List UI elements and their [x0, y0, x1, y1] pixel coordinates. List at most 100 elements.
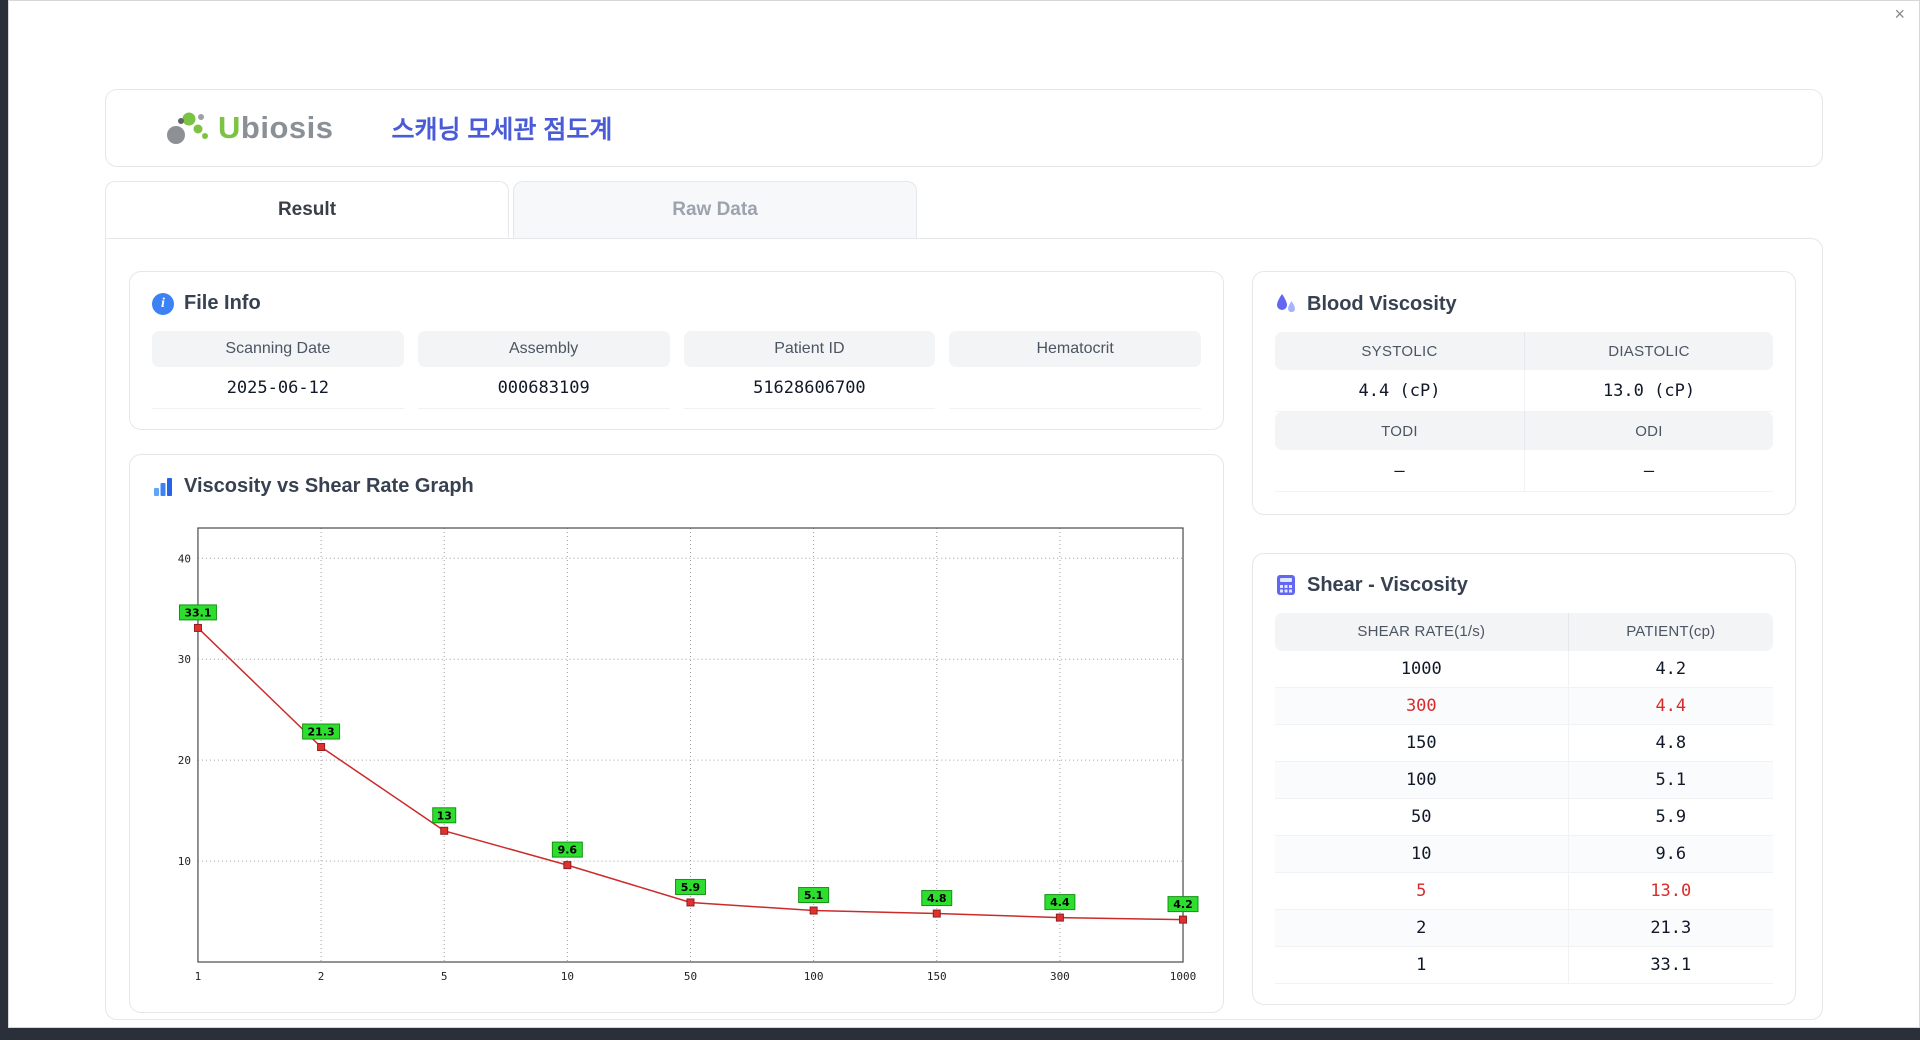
app-content: Ubiosis 스캐닝 모세관 점도계 Result Raw Data i Fi… — [105, 89, 1823, 1020]
svg-text:13: 13 — [437, 809, 452, 822]
tab-result[interactable]: Result — [105, 181, 509, 238]
patient-cell: 33.1 — [1567, 946, 1773, 984]
svg-text:2: 2 — [318, 970, 325, 983]
calculator-icon — [1277, 575, 1295, 595]
shear-rate-cell: 300 — [1275, 687, 1569, 725]
field-hematocrit: Hematocrit — [949, 331, 1201, 409]
logo-cluster-icon — [167, 112, 208, 144]
col-shear-rate: SHEAR RATE(1/s) — [1275, 612, 1569, 651]
shear-rate-cell: 150 — [1275, 724, 1569, 762]
table-row: 1 33.1 — [1275, 946, 1773, 984]
patient-cell: 5.9 — [1567, 798, 1773, 836]
field-value: 51628606700 — [683, 367, 936, 409]
table-row: 150 4.8 — [1275, 724, 1773, 762]
svg-text:50: 50 — [684, 970, 697, 983]
shear-rate-cell: 1 — [1275, 946, 1569, 984]
blood-viscosity-table: SYSTOLIC DIASTOLIC 4.4 (cP) 13.0 (cP) TO… — [1275, 332, 1773, 492]
table-row: 50 5.9 — [1275, 798, 1773, 836]
file-info-panel: i File Info Scanning Date 2025-06-12 Ass… — [129, 271, 1224, 430]
field-scanning-date: Scanning Date 2025-06-12 — [152, 331, 404, 409]
svg-text:40: 40 — [178, 552, 191, 565]
table-row: 1000 4.2 — [1275, 650, 1773, 688]
svg-text:5.1: 5.1 — [804, 889, 823, 902]
shear-viscosity-panel: Shear - Viscosity SHEAR RATE(1/s) PATIEN… — [1252, 552, 1796, 1005]
table-row: 2 21.3 — [1275, 909, 1773, 947]
blood-viscosity-panel: Blood Viscosity SYSTOLIC DIASTOLIC 4.4 (… — [1252, 271, 1796, 515]
todi-header: TODI — [1275, 412, 1524, 450]
field-patient-id: Patient ID 51628606700 — [683, 331, 936, 409]
svg-text:1000: 1000 — [1170, 970, 1196, 983]
patient-cell: 4.8 — [1567, 724, 1773, 762]
header: Ubiosis 스캐닝 모세관 점도계 — [105, 89, 1823, 167]
graph-panel: Viscosity vs Shear Rate Graph 1 2 5 10 50 100… — [129, 454, 1224, 1013]
svg-text:30: 30 — [178, 653, 191, 666]
svg-text:300: 300 — [1050, 970, 1070, 983]
field-value — [949, 367, 1201, 409]
table-header-row: SHEAR RATE(1/s) PATIENT(cp) — [1275, 612, 1773, 651]
patient-cell: 4.4 — [1567, 687, 1773, 725]
svg-text:150: 150 — [927, 970, 947, 983]
patient-cell: 4.2 — [1567, 650, 1773, 688]
logo-text: Ubiosis — [218, 110, 334, 145]
svg-text:5: 5 — [441, 970, 448, 983]
field-label: Patient ID — [683, 331, 936, 367]
svg-text:100: 100 — [804, 970, 824, 983]
bar-chart-icon — [154, 477, 172, 496]
file-info-fields: Scanning Date 2025-06-12 Assembly 000683… — [152, 331, 1201, 409]
todi-value: – — [1275, 450, 1524, 492]
table-row: 100 5.1 — [1275, 761, 1773, 799]
diastolic-value: 13.0 (cP) — [1524, 370, 1773, 412]
svg-text:33.1: 33.1 — [184, 606, 211, 619]
svg-text:4.4: 4.4 — [1050, 896, 1070, 909]
shear-viscosity-table: SHEAR RATE(1/s) PATIENT(cp) 1000 4.2 300 4… — [1275, 612, 1773, 984]
field-label: Scanning Date — [152, 331, 404, 367]
shear-rate-cell: 5 — [1275, 872, 1569, 910]
svg-text:5.9: 5.9 — [681, 881, 700, 894]
patient-cell: 21.3 — [1567, 909, 1773, 947]
col-patient: PATIENT(cp) — [1567, 612, 1773, 651]
patient-cell: 5.1 — [1567, 761, 1773, 799]
file-info-title: i File Info — [152, 292, 1201, 315]
patient-cell: 13.0 — [1567, 872, 1773, 910]
shear-rate-cell: 100 — [1275, 761, 1569, 799]
shear-viscosity-title: Shear - Viscosity — [1275, 574, 1773, 597]
field-value: 2025-06-12 — [152, 367, 404, 409]
svg-text:10: 10 — [561, 970, 574, 983]
shear-rate-cell: 10 — [1275, 835, 1569, 873]
info-icon: i — [152, 292, 174, 315]
left-column: i File Info Scanning Date 2025-06-12 Ass… — [129, 271, 1224, 1013]
svg-text:1: 1 — [195, 970, 202, 983]
blood-viscosity-title: Blood Viscosity — [1275, 292, 1773, 316]
svg-text:4.8: 4.8 — [927, 892, 946, 905]
svg-text:10: 10 — [178, 855, 191, 868]
systolic-header: SYSTOLIC — [1275, 332, 1524, 370]
graph-title: Viscosity vs Shear Rate Graph — [152, 475, 1201, 498]
odi-header: ODI — [1524, 412, 1773, 450]
systolic-value: 4.4 (cP) — [1275, 370, 1524, 412]
right-column: Blood Viscosity SYSTOLIC DIASTOLIC 4.4 (… — [1252, 271, 1796, 1005]
svg-text:9.6: 9.6 — [558, 844, 578, 857]
field-label: Hematocrit — [949, 331, 1201, 367]
field-value: 000683109 — [417, 367, 670, 409]
result-panel: i File Info Scanning Date 2025-06-12 Ass… — [105, 238, 1823, 1020]
shear-rate-cell: 50 — [1275, 798, 1569, 836]
app-window: × Ubiosis 스캐닝 모세관 점도계 Result Raw Data i … — [8, 0, 1920, 1028]
graph-title-text: Viscosity vs Shear Rate Graph — [184, 475, 474, 497]
app-title: 스캐닝 모세관 점도계 — [391, 116, 613, 144]
shear-viscosity-title-text: Shear - Viscosity — [1307, 573, 1468, 596]
table-row: 5 13.0 — [1275, 872, 1773, 910]
svg-text:20: 20 — [178, 754, 191, 767]
ubiosis-logo: Ubiosis — [164, 108, 333, 148]
close-icon[interactable]: × — [1894, 5, 1905, 23]
table-row: 10 9.6 — [1275, 835, 1773, 873]
odi-value: – — [1524, 450, 1773, 492]
field-assembly: Assembly 000683109 — [417, 331, 670, 409]
blood-viscosity-title-text: Blood Viscosity — [1307, 292, 1457, 315]
svg-text:4.2: 4.2 — [1173, 898, 1192, 911]
tab-bar: Result Raw Data — [105, 181, 1823, 238]
file-info-title-text: File Info — [184, 292, 261, 314]
tab-raw-data[interactable]: Raw Data — [513, 181, 917, 238]
svg-text:21.3: 21.3 — [308, 726, 335, 739]
droplet-icon — [1277, 294, 1295, 313]
field-label: Assembly — [417, 331, 670, 367]
